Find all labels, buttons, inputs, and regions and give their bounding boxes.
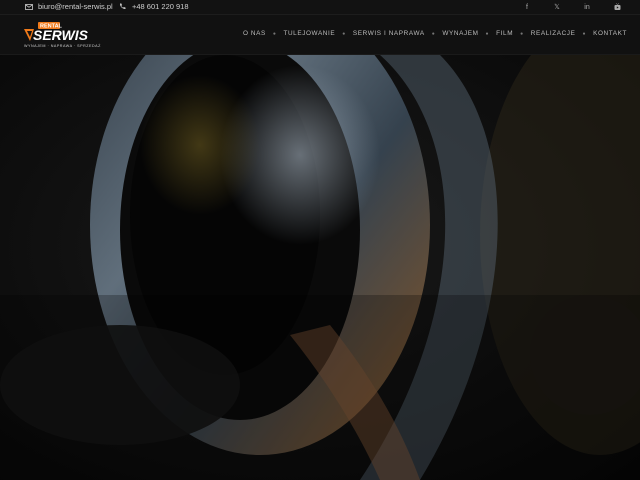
facebook-icon[interactable]: f <box>522 2 532 12</box>
youtube-icon[interactable] <box>612 2 622 12</box>
phone-icon <box>118 2 127 11</box>
nav-item-wynajem[interactable]: WYNAJEM <box>441 30 479 37</box>
nav-separator: ● <box>272 30 277 37</box>
envelope-icon <box>24 2 33 11</box>
site-logo[interactable]: RENTAL SERWIS WYNAJEM · NAPRAWA · SPRZED… <box>24 21 108 49</box>
main-header: RENTAL SERWIS WYNAJEM · NAPRAWA · SPRZED… <box>0 15 640 55</box>
nav-item-realizacje[interactable]: REALIZACJE <box>530 30 577 37</box>
contact-email[interactable]: biuro@rental-serwis.pl <box>24 2 113 11</box>
contact-phone[interactable]: +48 601 220 918 <box>118 2 189 11</box>
phone-text: +48 601 220 918 <box>132 2 189 11</box>
nav-separator: ● <box>431 30 436 37</box>
nav-item-serwis-i-naprawa[interactable]: SERWIS I NAPRAWA <box>352 30 426 37</box>
nav-separator: ● <box>520 30 524 37</box>
logo-brand: SERWIS <box>33 27 89 43</box>
nav-item-film[interactable]: FILM <box>495 30 514 37</box>
hero-image <box>0 55 640 480</box>
logo-tagline: WYNAJEM · NAPRAWA · SPRZEDAŻ <box>24 43 101 48</box>
nav-separator: ● <box>342 30 346 37</box>
nav-item-tulejowanie[interactable]: TULEJOWANIE <box>282 30 336 37</box>
nav-separator: ● <box>485 30 490 37</box>
hero-photo-bearing <box>0 55 640 480</box>
nav-item-kontakt[interactable]: KONTAKT <box>592 30 628 37</box>
linkedin-icon[interactable]: in <box>582 2 592 12</box>
nav-separator: ● <box>582 30 587 37</box>
social-links: f 𝕏 in <box>522 2 622 12</box>
email-text: biuro@rental-serwis.pl <box>38 2 113 11</box>
main-nav: O NAS ● TULEJOWANIE ● SERWIS I NAPRAWA ●… <box>242 30 628 37</box>
top-bar: biuro@rental-serwis.pl +48 601 220 918 f… <box>0 0 640 15</box>
x-twitter-icon[interactable]: 𝕏 <box>552 2 562 12</box>
nav-item-o-nas[interactable]: O NAS <box>242 30 267 37</box>
